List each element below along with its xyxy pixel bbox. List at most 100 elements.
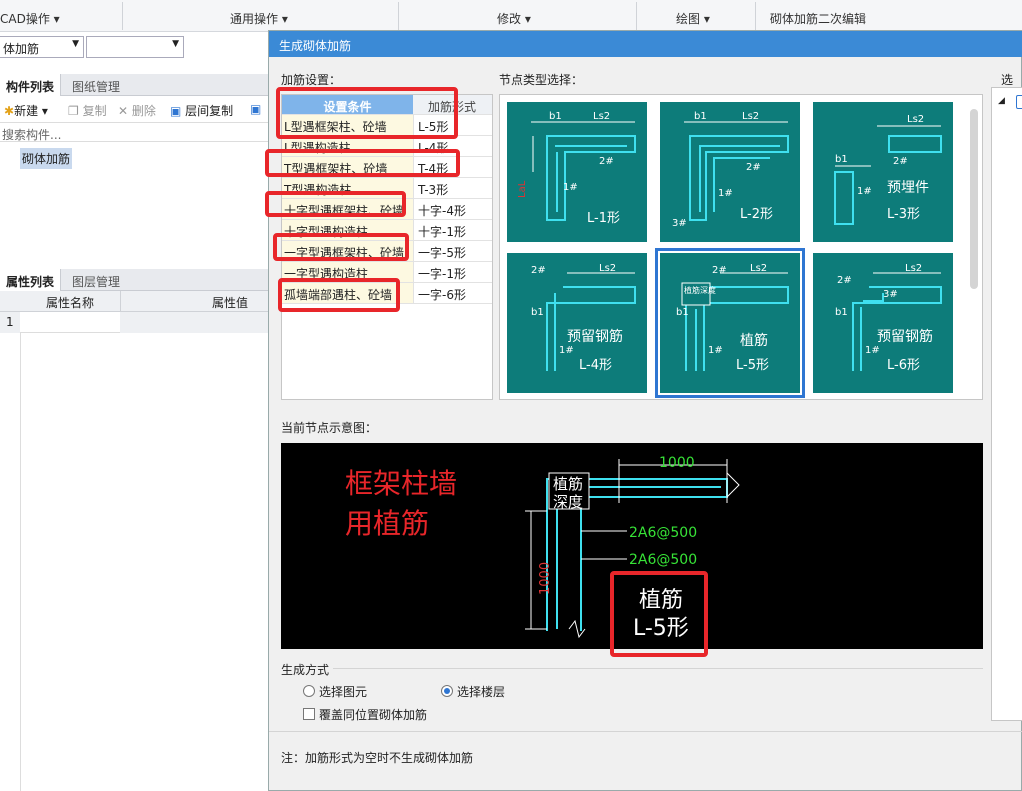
component-tabbar: 构件列表 图纸管理 bbox=[0, 74, 268, 96]
node-diagram: b1 Ls2 2# 1# 3# L-2形 bbox=[672, 111, 789, 229]
divider bbox=[333, 668, 983, 669]
highlight-box bbox=[610, 571, 708, 657]
node-type-grid: b1 Ls2 2# 1# LaL L-1形 b1 Ls2 2# 1# 3# L-… bbox=[499, 94, 983, 400]
node-diagram: Ls2 b1 2# 1# 预埋件 L-3形 bbox=[834, 114, 942, 225]
ribbon: CAD操作 ▾ 通用操作 ▾ 修改 ▾ 绘图 ▾ 砌体加筋二次编辑 bbox=[0, 0, 1022, 32]
preview-anchor-label-1: 植筋 bbox=[553, 475, 583, 493]
tile-rebar-1-label: 1# bbox=[865, 345, 880, 356]
property-value-cell[interactable] bbox=[120, 312, 268, 333]
tile-rebar-2-label: 2# bbox=[531, 265, 546, 276]
search-input[interactable]: 搜索构件... bbox=[0, 122, 268, 142]
node-tile-l1[interactable]: b1 Ls2 2# 1# LaL L-1形 bbox=[507, 102, 647, 242]
tree-item-masonry-rebar[interactable]: 砌体加筋 bbox=[20, 148, 73, 169]
save-icon[interactable]: ▣ bbox=[250, 102, 261, 116]
delete-button[interactable]: ✕ 删除 bbox=[118, 102, 156, 119]
overwrite-checkbox[interactable] bbox=[303, 708, 315, 720]
floor-copy-icon: ▣ bbox=[170, 104, 182, 118]
node-diagram: 3# 2# Ls2 b1 1# 预留钢筋 L-6形 bbox=[835, 263, 942, 373]
form-cell[interactable]: 一字-6形 bbox=[413, 283, 492, 303]
copy-button[interactable]: ❐ 复制 bbox=[68, 102, 107, 119]
tile-name: L-3形 bbox=[887, 207, 920, 222]
tile-rebar-2-label: 2# bbox=[712, 265, 727, 276]
tile-rebar-3-label: 3# bbox=[883, 289, 898, 300]
tile-rebar-2-label: 2# bbox=[746, 162, 761, 173]
radio-select-floor[interactable] bbox=[441, 685, 453, 697]
property-row[interactable]: 1 bbox=[0, 312, 268, 333]
row-index: 1 bbox=[0, 312, 20, 333]
grid-line bbox=[20, 333, 21, 791]
node-diagram: 2# Ls2 b1 1# 预留钢筋 L-4形 bbox=[531, 263, 636, 373]
tile-extra-label: 预留钢筋 bbox=[567, 328, 623, 345]
node-type-label: 节点类型选择： bbox=[499, 73, 584, 87]
tile-ls2-label: Ls2 bbox=[907, 114, 924, 125]
tab-property-list[interactable]: 属性列表 bbox=[0, 269, 62, 291]
tree-checkbox[interactable] bbox=[1016, 95, 1022, 109]
tile-ls2-label: Ls2 bbox=[742, 111, 759, 122]
radio-select-element-label[interactable]: 选择图元 bbox=[319, 683, 367, 700]
preview-anchor-label-2: 深度 bbox=[553, 493, 583, 511]
ribbon-group-masonry-edit[interactable]: 砌体加筋二次编辑 bbox=[770, 10, 866, 27]
chevron-down-icon: ▼ bbox=[72, 39, 79, 49]
node-tile-l2[interactable]: b1 Ls2 2# 1# 3# L-2形 bbox=[660, 102, 800, 242]
node-preview: 框架柱墙 用植筋 植筋 深度 1000 1000 2A6@500 2A6@500… bbox=[281, 443, 983, 657]
floor-tree: ◢ bbox=[991, 87, 1022, 721]
node-tile-l6[interactable]: 3# 2# Ls2 b1 1# 预留钢筋 L-6形 bbox=[813, 253, 953, 393]
tile-rebar-1-label: 1# bbox=[563, 182, 578, 193]
radio-select-floor-label[interactable]: 选择楼层 bbox=[457, 683, 505, 700]
preview-note-2: 用植筋 bbox=[345, 507, 429, 540]
generate-masonry-rebar-dialog: 生成砌体加筋 加筋设置： 节点类型选择： 设置条件 加筋形式 L型遇框架柱、砼墙… bbox=[265, 30, 1022, 791]
ribbon-group-general[interactable]: 通用操作 ▾ bbox=[230, 10, 288, 27]
tile-rebar-1-label: 1# bbox=[857, 186, 872, 197]
property-header: 属性名称 属性值 bbox=[0, 291, 268, 312]
component-type-combo[interactable]: 体加筋 ▼ bbox=[0, 36, 84, 58]
ribbon-group-draw[interactable]: 绘图 ▾ bbox=[676, 10, 710, 27]
tile-name: L-4形 bbox=[579, 358, 612, 373]
radio-select-element[interactable] bbox=[303, 685, 315, 697]
node-diagram: 植筋深度 2# Ls2 b1 1# 植筋 L-5形 bbox=[676, 263, 789, 373]
grid-scrollbar[interactable] bbox=[970, 109, 978, 289]
tile-b1-label: b1 bbox=[531, 307, 544, 318]
tile-ls2-label: Ls2 bbox=[905, 263, 922, 274]
component-name-combo[interactable]: ▼ bbox=[86, 36, 184, 58]
node-tile-l5[interactable]: 植筋深度 2# Ls2 b1 1# 植筋 L-5形 bbox=[655, 248, 805, 398]
form-cell[interactable]: T-3形 bbox=[413, 178, 492, 198]
property-value-header: 属性值 bbox=[212, 296, 249, 310]
form-cell[interactable]: 十字-1形 bbox=[413, 220, 492, 240]
highlight-box bbox=[265, 191, 406, 217]
preview-bar-2: 2A6@500 bbox=[629, 552, 697, 568]
ribbon-separator bbox=[398, 2, 399, 30]
overwrite-checkbox-label[interactable]: 覆盖同位置砌体加筋 bbox=[319, 706, 427, 723]
tab-component-list[interactable]: 构件列表 bbox=[0, 74, 62, 96]
tile-lal-label: LaL bbox=[517, 180, 528, 198]
ribbon-separator bbox=[122, 2, 123, 30]
tile-name: L-2形 bbox=[740, 207, 773, 222]
chevron-down-icon: ▼ bbox=[172, 39, 179, 49]
ribbon-group-cad[interactable]: CAD操作 ▾ bbox=[0, 10, 60, 27]
expand-icon[interactable]: ◢ bbox=[998, 96, 1005, 106]
node-tile-l4[interactable]: 2# Ls2 b1 1# 预留钢筋 L-4形 bbox=[507, 253, 647, 393]
floor-copy-button[interactable]: ▣ 层间复制 bbox=[170, 102, 233, 119]
tab-drawing-management[interactable]: 图纸管理 bbox=[66, 74, 126, 96]
highlight-box bbox=[278, 278, 400, 312]
tile-rebar-1-label: 1# bbox=[718, 188, 733, 199]
divider bbox=[269, 731, 1022, 732]
tile-rebar-2-label: 2# bbox=[599, 156, 614, 167]
preview-bar-1: 2A6@500 bbox=[629, 525, 697, 541]
tile-extra-label: 植筋 bbox=[740, 332, 768, 349]
tab-layer-management[interactable]: 图层管理 bbox=[66, 269, 126, 291]
tile-b1-label: b1 bbox=[835, 154, 848, 165]
delete-icon: ✕ bbox=[118, 104, 129, 118]
tile-b1-label: b1 bbox=[835, 307, 848, 318]
dialog-title[interactable]: 生成砌体加筋 bbox=[269, 31, 1022, 57]
form-cell[interactable]: 十字-4形 bbox=[413, 199, 492, 219]
property-name-header: 属性名称 bbox=[46, 296, 95, 310]
form-cell[interactable]: 一字-5形 bbox=[413, 241, 492, 261]
form-cell[interactable]: 一字-1形 bbox=[413, 262, 492, 282]
node-tile-l3[interactable]: Ls2 b1 2# 1# 预埋件 L-3形 bbox=[813, 102, 953, 242]
tile-anchor-label: 植筋深度 bbox=[684, 285, 716, 295]
left-panel: 体加筋 ▼ ▼ 构件列表 图纸管理 ✱新建 ▾ ❐ 复制 ✕ 删除 ▣ 层间复制 … bbox=[0, 32, 268, 791]
highlight-box bbox=[265, 149, 460, 177]
new-button[interactable]: ✱新建 ▾ bbox=[4, 102, 48, 119]
ribbon-group-modify[interactable]: 修改 ▾ bbox=[497, 10, 531, 27]
tile-ls2-label: Ls2 bbox=[599, 263, 616, 274]
